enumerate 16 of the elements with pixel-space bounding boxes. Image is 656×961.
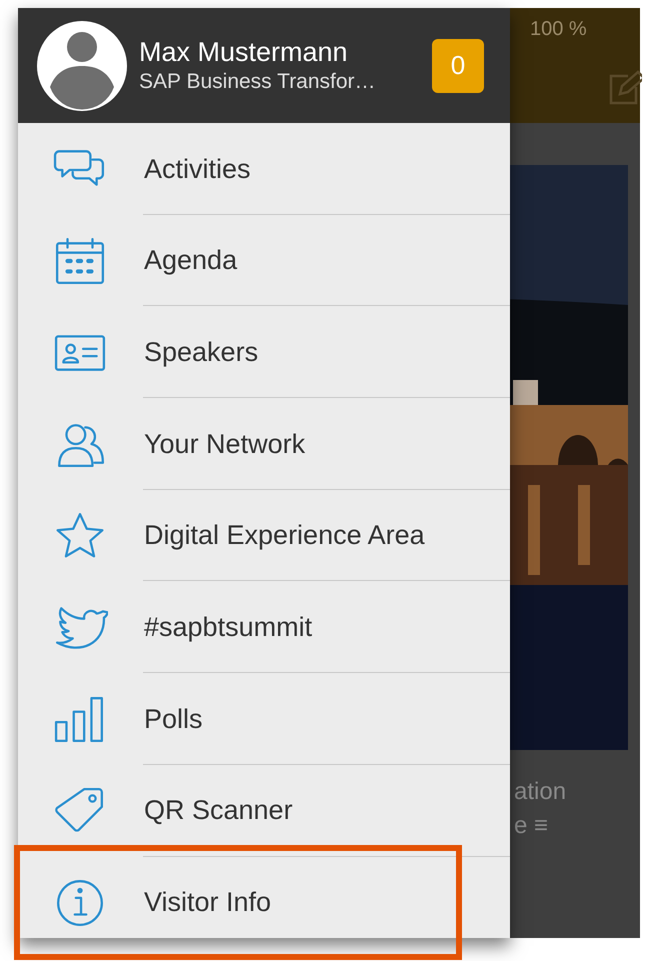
menu-item[interactable]: QR Scanner bbox=[144, 790, 293, 831]
avatar-icon[interactable] bbox=[37, 20, 127, 110]
menu-item[interactable]: Digital Experience Area bbox=[144, 515, 425, 556]
user-name: Max Mustermann bbox=[139, 36, 349, 68]
menu-item[interactable]: #sapbtsummit bbox=[144, 607, 312, 648]
menu-item[interactable]: Your Network bbox=[144, 424, 306, 464]
edit-icon bbox=[608, 70, 642, 106]
menu-item[interactable]: Speakers bbox=[144, 332, 258, 372]
welcome-text-fragment: e ≡ bbox=[514, 811, 548, 841]
battery-percentage: 100 % bbox=[530, 17, 588, 42]
menu-item[interactable]: Polls bbox=[144, 698, 203, 740]
menu-item[interactable]: Visitor Info bbox=[144, 882, 272, 923]
event-name: SAP Business Transfor… bbox=[139, 68, 377, 94]
menu-item[interactable]: Agenda bbox=[144, 240, 238, 281]
welcome-text-fragment: ation bbox=[514, 777, 566, 807]
menu-item[interactable]: Activities bbox=[144, 148, 251, 190]
